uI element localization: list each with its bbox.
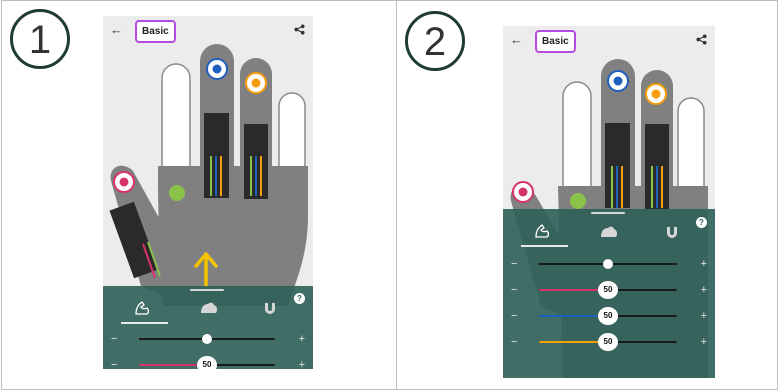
slider-thumb[interactable]: 50 (197, 356, 217, 369)
decrease-button[interactable]: − (511, 283, 517, 297)
tab-underline (121, 322, 168, 324)
phone-screen: ← Basic ? − + − 50 + (103, 16, 313, 369)
slider-track[interactable] (539, 259, 677, 269)
palm-icon[interactable] (599, 225, 619, 244)
palm-icon[interactable] (199, 301, 219, 320)
slider-row: − 50 + (503, 281, 715, 299)
slider-row: − + (103, 332, 313, 346)
sheet-drag-handle[interactable] (591, 212, 625, 214)
step-number-badge: 2 (405, 11, 465, 71)
slider-fill (539, 263, 608, 265)
slider-track[interactable]: 50 (539, 307, 677, 325)
bottom-sheet[interactable]: ? − + − 50 + − 50 + − 50 + (503, 209, 715, 378)
sheet-drag-handle[interactable] (190, 289, 224, 291)
increase-button[interactable]: + (701, 257, 707, 271)
slider-thumb[interactable] (202, 334, 212, 344)
decrease-button[interactable]: − (111, 332, 117, 346)
increase-button[interactable]: + (299, 332, 305, 346)
decrease-button[interactable]: − (111, 358, 117, 369)
help-icon[interactable]: ? (696, 217, 707, 228)
magnet-icon[interactable] (263, 301, 277, 320)
decrease-button[interactable]: − (511, 309, 517, 323)
step-panel-1: 1 ← Basic ? − + − 50 + (1, 0, 397, 390)
slider-track[interactable]: 50 (139, 356, 275, 369)
slider-track[interactable]: 50 (539, 281, 677, 299)
flexed-arm-icon[interactable] (133, 300, 151, 321)
slider-track[interactable] (139, 334, 275, 344)
increase-button[interactable]: + (299, 358, 305, 369)
bottom-sheet[interactable]: ? − + − 50 + (103, 286, 313, 369)
slider-row: − 50 + (103, 356, 313, 369)
slider-row: − + (503, 257, 715, 271)
slider-track[interactable]: 50 (539, 333, 677, 351)
decrease-button[interactable]: − (511, 335, 517, 349)
slider-thumb[interactable] (603, 259, 613, 269)
magnet-icon[interactable] (665, 225, 679, 244)
help-icon[interactable]: ? (294, 293, 305, 304)
increase-button[interactable]: + (701, 335, 707, 349)
tab-underline (521, 245, 568, 247)
slider-row: − 50 + (503, 307, 715, 325)
flexed-arm-icon[interactable] (533, 223, 551, 244)
slider-thumb[interactable]: 50 (598, 307, 618, 325)
step-number-badge: 1 (10, 9, 70, 69)
step-panel-2: 2 ← Basic ? − + − 50 + − 50 + − 50 + (396, 0, 778, 390)
slider-row: − 50 + (503, 333, 715, 351)
increase-button[interactable]: + (701, 309, 707, 323)
phone-screen: ← Basic ? − + − 50 + − 50 + − 50 + (503, 26, 715, 378)
slider-fill (139, 338, 207, 340)
slider-thumb[interactable]: 50 (598, 333, 618, 351)
decrease-button[interactable]: − (511, 257, 517, 271)
slider-thumb[interactable]: 50 (598, 281, 618, 299)
increase-button[interactable]: + (701, 283, 707, 297)
